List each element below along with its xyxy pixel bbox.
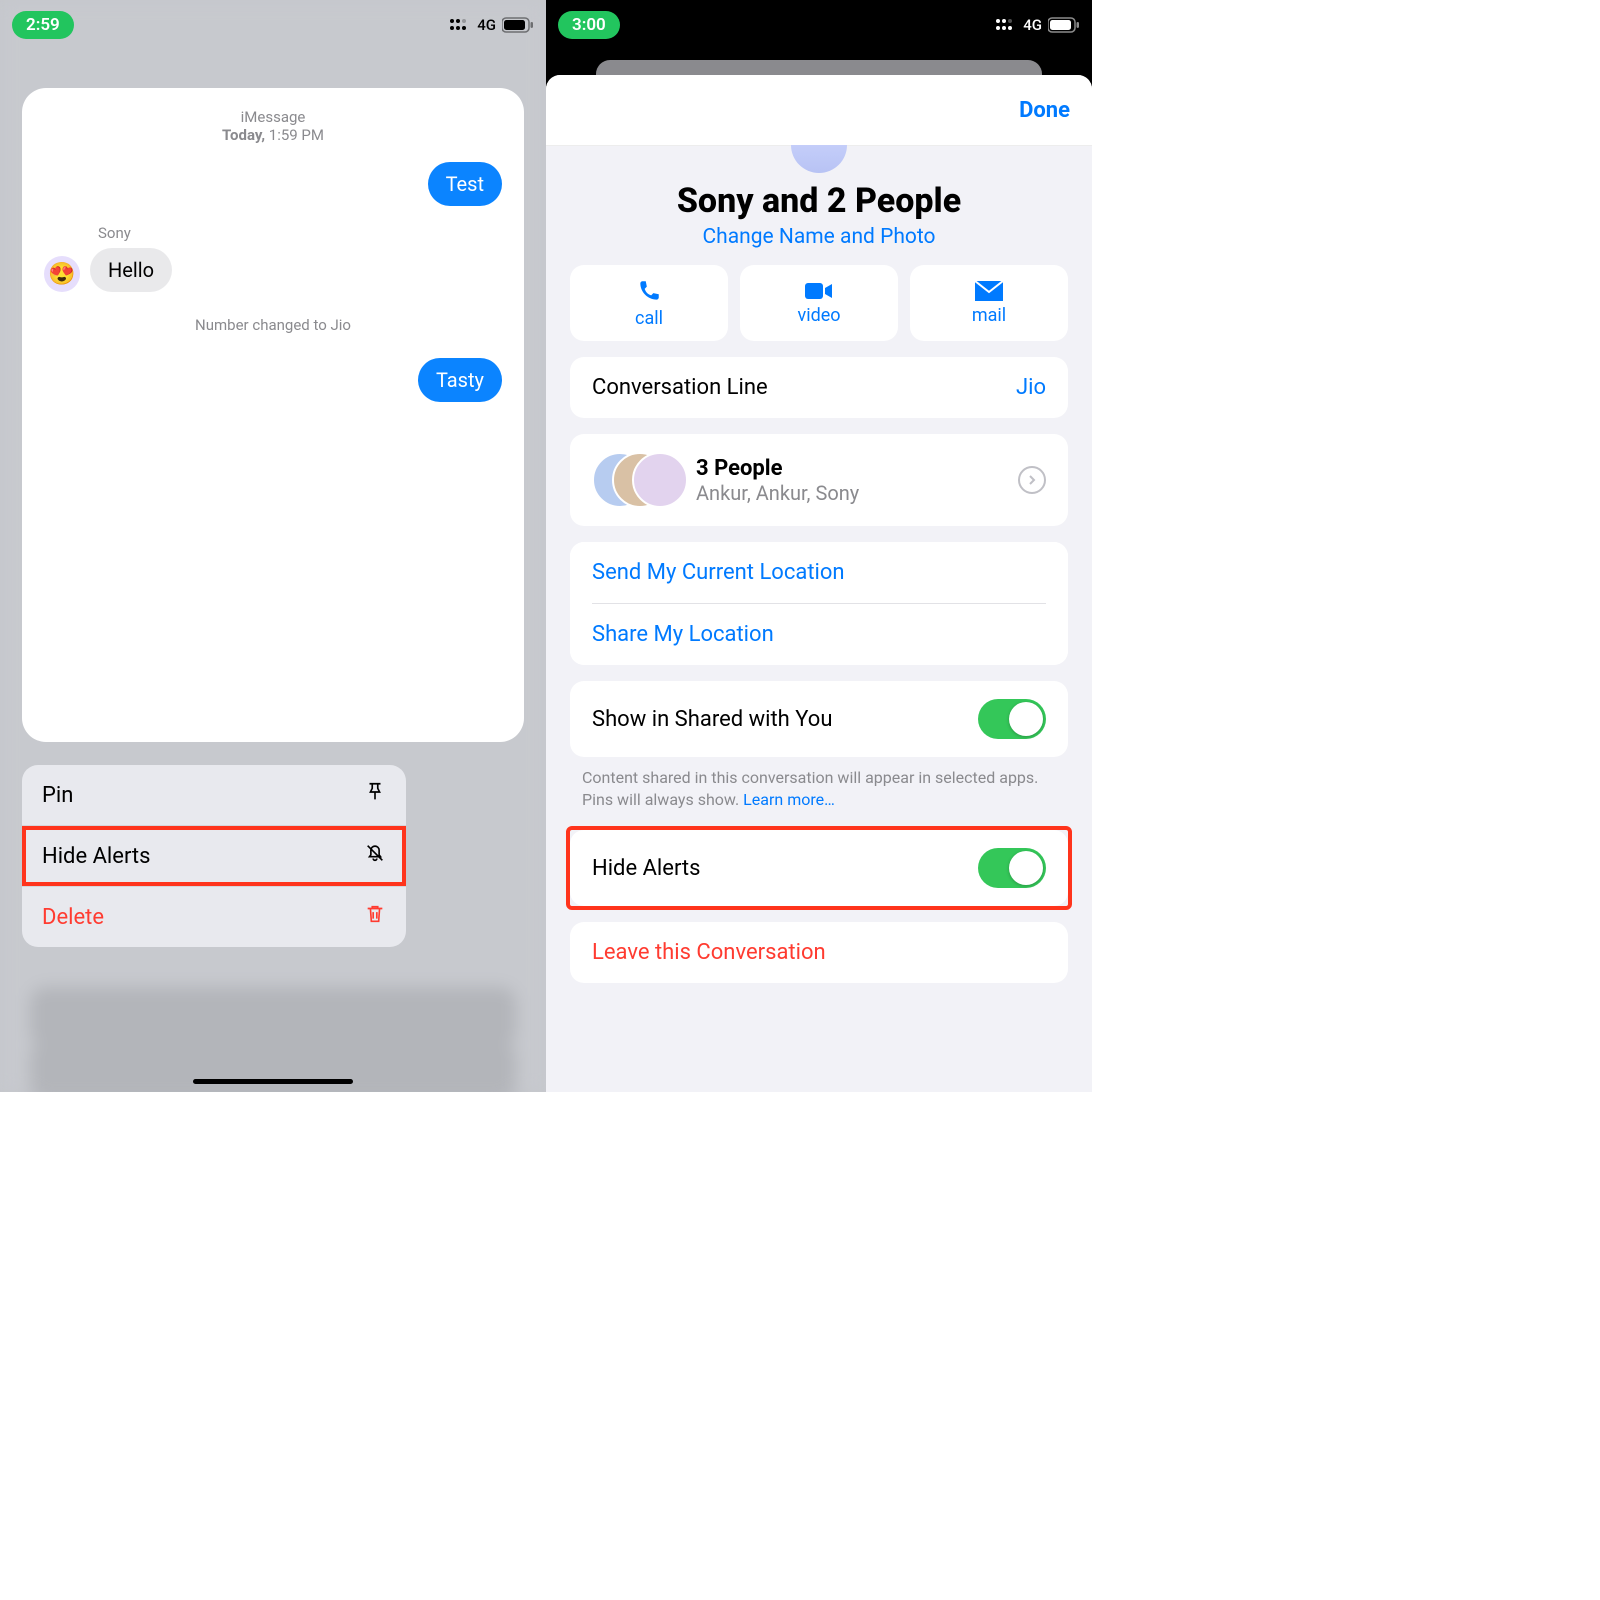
context-item-pin[interactable]: Pin [22,765,406,826]
context-item-delete[interactable]: Delete [22,887,406,947]
video-icon [805,281,833,301]
action-call[interactable]: call [570,265,728,341]
conversation-preview-card[interactable]: iMessage Today, 1:59 PM Test Sony 😍 Hell… [22,88,524,742]
pin-icon [364,781,386,809]
send-location-cell[interactable]: Send My Current Location [570,542,1068,603]
done-button[interactable]: Done [1019,98,1070,123]
shared-with-you-toggle[interactable] [978,699,1046,739]
group-avatar[interactable] [791,145,847,173]
hide-alerts-toggle[interactable] [978,848,1046,888]
status-time-pill: 2:59 [12,11,74,39]
context-item-hide-alerts[interactable]: Hide Alerts [22,826,406,887]
hide-alerts-cell: Hide Alerts [570,830,1068,906]
outgoing-message: Tasty [418,358,502,402]
details-sheet: Done Sony and 2 People Change Name and P… [546,75,1092,1092]
avatar: 😍 [44,256,80,292]
incoming-message: Hello [90,248,172,292]
chevron-right-icon [1018,466,1046,494]
leave-conversation-cell[interactable]: Leave this Conversation [570,922,1068,983]
people-avatar-stack [592,452,682,508]
group-title: Sony and 2 People [546,181,1092,221]
system-message: Number changed to Jio [38,316,508,334]
outgoing-message: Test [428,162,502,206]
context-menu: Pin Hide Alerts Delete [22,765,406,947]
trash-icon [364,903,386,931]
phone-icon [636,278,662,304]
shared-with-you-footnote: Content shared in this conversation will… [546,757,1092,810]
battery-icon [1048,17,1080,33]
conversation-line-cell[interactable]: Conversation Line Jio [570,357,1068,418]
battery-icon [502,17,534,33]
people-cell[interactable]: 3 People Ankur, Ankur, Sony [570,434,1068,526]
status-bar: 3:00 4G [546,0,1092,50]
right-screenshot: 3:00 4G Done Sony and 2 People Change Na… [546,0,1092,1092]
signal-icon [449,18,471,32]
home-indicator[interactable] [193,1079,353,1084]
shared-with-you-cell: Show in Shared with You [570,681,1068,757]
signal-icon [995,18,1017,32]
mail-icon [975,281,1003,301]
share-location-cell[interactable]: Share My Location [570,604,1068,665]
left-screenshot: 2:59 4G iMessage Today, 1:59 PM Test Son… [0,0,546,1092]
network-label: 4G [1023,16,1042,34]
status-bar: 2:59 4G [0,0,546,50]
learn-more-link[interactable]: Learn more… [743,790,835,809]
change-name-photo-button[interactable]: Change Name and Photo [546,225,1092,249]
bell-off-icon [364,842,386,870]
sheet-header: Done [546,75,1092,146]
network-label: 4G [477,16,496,34]
action-video[interactable]: video [740,265,898,341]
sender-name-label: Sony [98,224,508,242]
status-time-pill: 3:00 [558,11,620,39]
action-mail[interactable]: mail [910,265,1068,341]
chat-timestamp: iMessage Today, 1:59 PM [38,108,508,144]
